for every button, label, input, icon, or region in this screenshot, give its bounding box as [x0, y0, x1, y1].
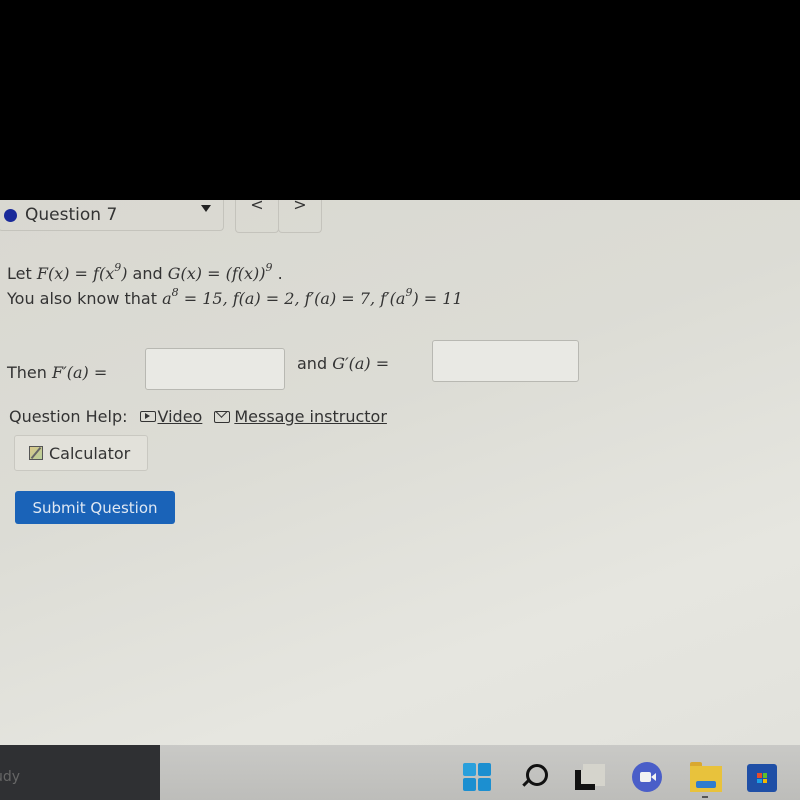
math-a: a — [162, 289, 172, 308]
answer-row: Then F′(a) = and G′(a) = — [7, 340, 707, 390]
math-G-def-lhs: G(x) — [167, 264, 203, 283]
math-given-a8: = 15, — [178, 289, 233, 308]
calculator-icon — [29, 446, 43, 460]
math-G-def-rhs: (f(x)) — [225, 264, 266, 283]
calculator-label: Calculator — [49, 443, 131, 463]
problem-statement-line-1: Let F(x) = f(x9) and G(x) = (f(x))9 . — [7, 261, 283, 283]
text-period: . — [272, 264, 283, 283]
browser-page: Question 7 < > Let F(x) = f(x9) and G(x)… — [0, 200, 800, 745]
dropdown-caret-icon — [201, 205, 211, 212]
math-F-def-lhs: F(x) — [36, 264, 70, 283]
question-help: Question Help: Video Message instructor — [9, 407, 399, 426]
math-G-prime: G′(a) — [332, 354, 371, 373]
previous-question-button[interactable]: < — [235, 200, 279, 233]
math-exponent: 9 — [265, 261, 273, 274]
chevron-right-icon: > — [293, 200, 307, 214]
math-F-def-rhs: f(x9) — [93, 261, 127, 283]
file-explorer-icon[interactable] — [690, 762, 722, 798]
problem-statement-line-2: You also know that a8 = 15, f(a) = 2, f′… — [7, 286, 463, 308]
math-exponent: 8 — [171, 286, 179, 299]
math-equals: = — [202, 264, 226, 283]
microsoft-store-icon[interactable] — [747, 762, 777, 792]
G-prime-answer-input[interactable] — [432, 340, 579, 382]
question-select-label: Question 7 — [25, 205, 118, 225]
answer-2-label: and G′(a) = — [297, 354, 389, 373]
video-icon — [139, 411, 156, 422]
submit-question-button[interactable]: Submit Question — [15, 491, 175, 524]
windows-start-icon[interactable] — [463, 763, 491, 791]
search-icon[interactable] — [520, 762, 550, 792]
math-given-fprime-a9-value: ) = 11 — [412, 289, 463, 308]
question-help-label: Question Help: — [9, 407, 128, 426]
calculator-button[interactable]: Calculator — [14, 435, 148, 471]
text-and: and — [297, 354, 333, 373]
task-view-icon[interactable] — [575, 762, 605, 792]
answer-1-label: Then F′(a) = — [7, 363, 107, 382]
math-f-of-x: f(x — [93, 264, 115, 283]
F-prime-answer-input[interactable] — [145, 348, 285, 390]
video-link-label: Video — [157, 407, 203, 426]
taskbar-widget-area[interactable]: udy — [0, 745, 160, 800]
question-navigation: Question 7 < > — [0, 200, 800, 234]
taskbar-widget-text: udy — [0, 769, 21, 785]
math-given-fprime-a9: f′(a — [380, 289, 406, 308]
message-instructor-link[interactable]: Message instructor — [214, 407, 387, 426]
math-equals: = — [370, 354, 390, 373]
question-select[interactable]: Question 7 — [0, 200, 224, 231]
math-equals: = — [69, 264, 94, 283]
mail-icon — [214, 410, 231, 423]
math-given-fa: f(a) = 2, — [232, 289, 305, 308]
text-you-also-know: You also know that — [7, 289, 163, 308]
taskbar: udy — [0, 745, 800, 800]
text-and: and — [127, 264, 168, 283]
meet-chat-icon[interactable] — [632, 762, 662, 792]
text-let: Let — [7, 264, 37, 283]
chevron-left-icon: < — [250, 200, 264, 214]
math-F-prime: F′(a) — [51, 363, 89, 382]
question-status-dot — [4, 208, 17, 222]
video-link[interactable]: Video — [139, 407, 203, 426]
next-question-button[interactable]: > — [278, 200, 322, 233]
math-given-fprime-a: f′(a) = 7, — [304, 289, 381, 308]
text-then: Then — [7, 363, 52, 382]
math-equals: = — [88, 363, 108, 382]
message-instructor-label: Message instructor — [234, 407, 387, 426]
